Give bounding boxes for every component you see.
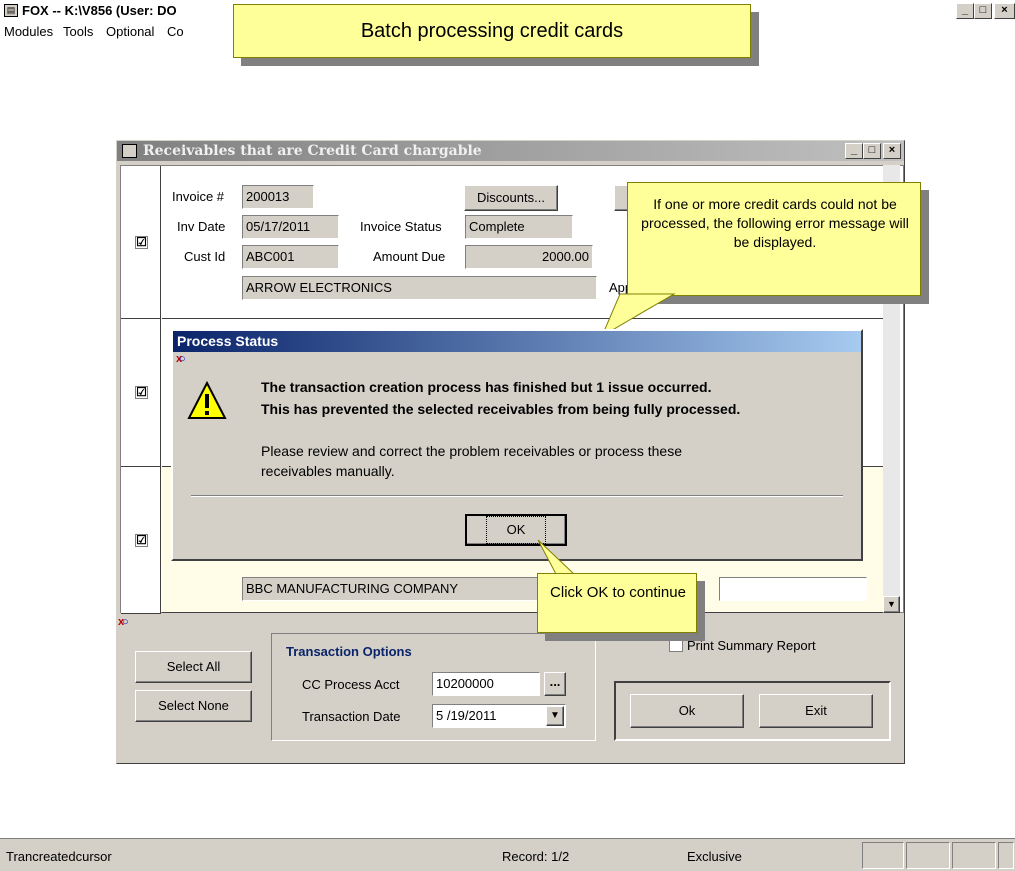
status-record: Record: 1/2 — [502, 849, 570, 864]
recv-maximize-icon[interactable]: □ — [863, 143, 881, 159]
cc-process-acct-field[interactable]: 10200000 — [432, 672, 540, 696]
row-selector: ☑ — [121, 467, 161, 614]
scroll-down-icon[interactable]: ▼ — [883, 596, 900, 613]
dialog-titlebar: Process Status — [173, 331, 861, 352]
status-cell — [998, 842, 1014, 869]
process-status-dialog: Process Status x ○ The transaction creati… — [171, 329, 863, 561]
status-cell — [952, 842, 996, 869]
row-checkbox[interactable]: ☑ — [135, 386, 148, 399]
ok-button[interactable]: Ok — [630, 694, 744, 728]
callout-error-info-text: If one or more credit cards could not be… — [641, 196, 909, 250]
dialog-divider — [191, 495, 843, 497]
row-selector: ☑ — [121, 319, 161, 467]
select-none-button[interactable]: Select None — [135, 690, 252, 722]
status-mode: Exclusive — [687, 849, 742, 864]
callout-click-ok: Click OK to continue — [537, 573, 697, 633]
receivables-title: Receivables that are Credit Card chargab… — [143, 143, 482, 159]
status-cursor: Trancreatedcursor — [6, 849, 112, 864]
amount-due-label: Amount Due — [373, 249, 446, 264]
dialog-message-line3: Please review and correct the problem re… — [261, 443, 682, 459]
transaction-date-field[interactable]: 5 /19/2011 ▼ — [432, 704, 566, 728]
exit-button[interactable]: Exit — [759, 694, 873, 728]
row-selector: ☑ — [121, 166, 161, 319]
menu-optional[interactable]: Optional — [106, 24, 154, 39]
menu-modules[interactable]: Modules — [4, 24, 53, 39]
customer-name-field[interactable]: ARROW ELECTRONICS — [242, 276, 597, 300]
close-icon[interactable]: × — [994, 3, 1015, 19]
status-cell — [906, 842, 950, 869]
menu-tools[interactable]: Tools — [63, 24, 93, 39]
select-all-button[interactable]: Select All — [135, 651, 252, 683]
dropdown-arrow-icon[interactable]: ▼ — [546, 706, 564, 726]
callout-click-ok-text: Click OK to continue — [550, 584, 686, 601]
action-buttons-group: Ok Exit — [614, 681, 891, 741]
print-summary-label: Print Summary Report — [687, 638, 816, 653]
app-title: FOX -- K:\V856 (User: DO — [22, 3, 177, 18]
cc-browse-button[interactable]: ... — [544, 672, 566, 696]
transaction-options-group: Transaction Options CC Process Acct 1020… — [271, 633, 596, 741]
warning-icon — [187, 381, 227, 419]
discounts-button[interactable]: Discounts... — [464, 185, 558, 211]
minimize-icon[interactable]: _ — [956, 3, 974, 19]
row-checkbox[interactable]: ☑ — [135, 236, 148, 249]
invoice-status-label: Invoice Status — [360, 219, 442, 234]
invoice-status-field[interactable]: Complete — [465, 215, 573, 239]
invoice-label: Invoice # — [172, 189, 225, 204]
dialog-title: Process Status — [177, 333, 279, 349]
cust-id-label: Cust Id — [184, 249, 226, 264]
maximize-icon[interactable]: □ — [974, 3, 992, 19]
status-bar: Trancreatedcursor Record: 1/2 Exclusive — [0, 838, 1015, 871]
status-cell — [862, 842, 904, 869]
print-summary-checkbox[interactable] — [669, 638, 683, 652]
receivables-titlebar: Receivables that are Credit Card chargab… — [117, 141, 904, 161]
row-checkbox[interactable]: ☑ — [135, 534, 148, 547]
window-icon — [122, 144, 137, 158]
callout-ok-pointer — [537, 539, 576, 575]
menu-co[interactable]: Co — [167, 24, 184, 39]
cust-id-field[interactable]: ABC001 — [242, 245, 339, 269]
inv-date-field[interactable]: 05/17/2011 — [242, 215, 339, 239]
transaction-date-label: Transaction Date — [302, 709, 401, 724]
callout-title: Batch processing credit cards — [233, 4, 751, 58]
transaction-date-value: 5 /19/2011 — [436, 708, 497, 723]
app-window-icon: ▤ — [4, 4, 18, 17]
recv-minimize-icon[interactable]: _ — [845, 143, 863, 159]
cc-process-acct-label: CC Process Acct — [302, 677, 400, 692]
approval-field[interactable] — [719, 577, 867, 601]
recv-close-icon[interactable]: × — [883, 143, 901, 159]
callout-error-info: If one or more credit cards could not be… — [627, 182, 921, 296]
dialog-message-line2: This has prevented the selected receivab… — [261, 401, 741, 417]
inv-date-label: Inv Date — [177, 219, 226, 234]
dialog-message-line1: The transaction creation process has fin… — [261, 379, 712, 395]
callout-title-text: Batch processing credit cards — [360, 20, 624, 42]
dialog-message-line4: receivables manually. — [261, 463, 395, 479]
amount-due-field[interactable]: 2000.00 — [465, 245, 593, 269]
invoice-field[interactable]: 200013 — [242, 185, 314, 209]
transaction-options-title: Transaction Options — [286, 644, 412, 659]
